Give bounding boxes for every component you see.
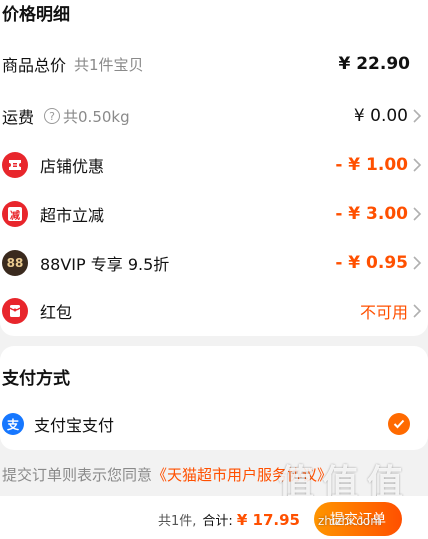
subtotal-value: ¥ 22.90 (338, 54, 410, 74)
vip-discount-label: 88VIP 专享 9.5折 (40, 255, 170, 274)
shipping-label: 运费 (2, 108, 35, 127)
watermark-url: zhizhi.com (318, 514, 382, 528)
red-packet-label: 红包 (40, 303, 73, 322)
store-discount-value: - ¥ 1.00 (335, 155, 408, 175)
checkmark-icon[interactable] (388, 413, 410, 435)
supermarket-discount-row[interactable]: 减 超市立减 - ¥ 3.00 (0, 194, 428, 234)
total-amount: ¥ 17.95 (236, 511, 300, 529)
help-icon[interactable]: ? (44, 108, 61, 124)
subtotal-label: 商品总价 (2, 56, 67, 75)
coupon-icon (2, 152, 28, 178)
shipping-weight: 共0.50kg (63, 107, 130, 126)
payment-method-title: 支付方式 (2, 369, 70, 389)
price-details-title: 价格明细 (2, 5, 70, 25)
payment-method-card: 支付方式 支 支付宝支付 (0, 346, 428, 450)
shipping-row[interactable]: 运费 ? 共0.50kg ¥ 0.00 (0, 96, 428, 136)
price-details-card: 价格明细 商品总价 共1件宝贝 ¥ 22.90 运费 ? 共0.50kg ¥ 0… (0, 0, 428, 336)
supermarket-discount-label: 超市立减 (40, 206, 105, 225)
vip-88-icon: 88 (2, 250, 28, 276)
chevron-right-icon (413, 207, 422, 221)
chevron-right-icon (413, 158, 422, 172)
red-packet-row[interactable]: 红包 不可用 (0, 291, 428, 331)
vip-discount-value: - ¥ 0.95 (335, 253, 408, 273)
vip-discount-row[interactable]: 88 88VIP 专享 9.5折 - ¥ 0.95 (0, 243, 428, 283)
item-count: 共1件, (157, 514, 197, 529)
subtotal-row: 商品总价 共1件宝贝 ¥ 22.90 (0, 44, 428, 84)
alipay-icon: 支 (2, 413, 24, 435)
chevron-right-icon (413, 256, 422, 270)
red-packet-icon (2, 298, 28, 324)
agreement-prefix: 提交订单则表示您同意 (2, 466, 153, 484)
red-packet-value: 不可用 (359, 303, 408, 322)
supermarket-discount-value: - ¥ 3.00 (335, 204, 408, 224)
shipping-value: ¥ 0.00 (353, 106, 408, 126)
order-summary: 共1件, 合计: ¥ 17.95 (158, 510, 300, 529)
store-discount-row[interactable]: 店铺优惠 - ¥ 1.00 (0, 145, 428, 185)
supermarket-icon: 减 (2, 201, 28, 227)
supermarket-icon-text: 减 (8, 207, 22, 222)
chevron-right-icon (413, 304, 422, 318)
alipay-label: 支付宝支付 (34, 416, 115, 435)
alipay-option[interactable]: 支 支付宝支付 (0, 404, 428, 444)
store-discount-label: 店铺优惠 (40, 157, 105, 176)
subtotal-count: 共1件宝贝 (74, 55, 144, 74)
chevron-right-icon (413, 109, 422, 123)
total-label: 合计: (202, 514, 233, 529)
